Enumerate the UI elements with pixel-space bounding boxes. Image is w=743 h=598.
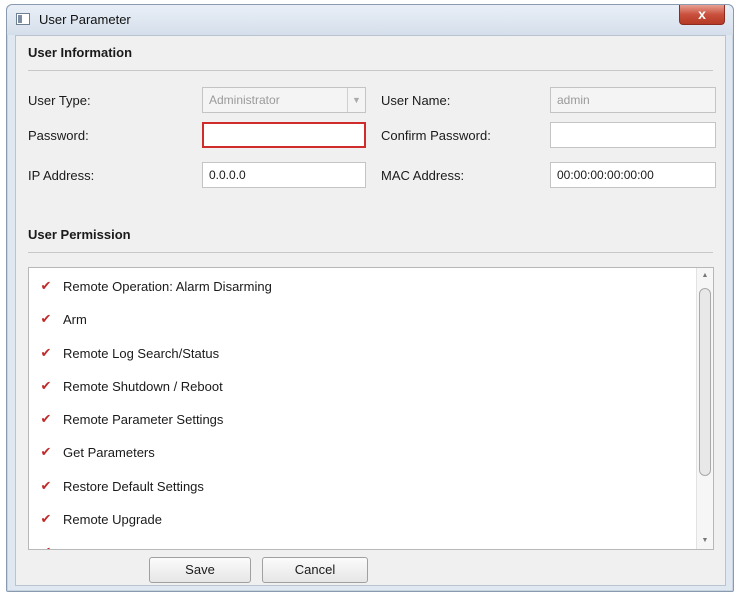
user-name-label: User Name: [381,93,451,108]
permission-label: Remote Upgrade [63,511,162,527]
scroll-down-icon[interactable]: ▼ [697,533,713,549]
password-label: Password: [28,128,89,143]
permission-item[interactable]: ✔ Remote Shutdown / Reboot [39,376,223,396]
checkbox-checked-icon[interactable]: ✔ [39,279,53,293]
confirm-password-field[interactable] [550,122,716,148]
checkbox-checked-icon[interactable]: ✔ [39,379,53,393]
checkbox-checked-icon[interactable]: ✔ [39,445,53,459]
confirm-password-label: Confirm Password: [381,128,491,143]
window-title: User Parameter [39,12,131,27]
chevron-down-icon[interactable]: ▼ [347,88,365,112]
scroll-up-icon[interactable]: ▲ [697,268,713,284]
permission-list[interactable]: ✔ Remote Operation: Alarm Disarming ✔ Ar… [28,267,714,550]
user-parameter-dialog: User Parameter x User Information User T… [6,4,734,592]
permission-item[interactable]: ✔ [39,542,63,550]
dialog-content: User Information User Type: Administrato… [15,35,726,586]
checkbox-checked-icon[interactable]: ✔ [39,346,53,360]
permission-item[interactable]: ✔ Arm [39,309,87,329]
scroll-thumb[interactable] [699,288,711,476]
ip-address-field[interactable]: 0.0.0.0 [202,162,366,188]
permission-item[interactable]: ✔ Get Parameters [39,442,155,462]
user-name-field[interactable]: admin [550,87,716,113]
permission-item[interactable]: ✔ Remote Operation: Alarm Disarming [39,276,272,296]
permission-label: Restore Default Settings [63,478,204,494]
permission-label: Remote Parameter Settings [63,411,224,427]
permission-label: Get Parameters [63,444,155,460]
checkbox-checked-icon[interactable]: ✔ [39,545,53,550]
permission-label: Remote Shutdown / Reboot [63,378,223,394]
checkbox-checked-icon[interactable]: ✔ [39,412,53,426]
checkbox-checked-icon[interactable]: ✔ [39,312,53,326]
checkbox-checked-icon[interactable]: ✔ [39,479,53,493]
divider [28,70,713,71]
ip-address-label: IP Address: [28,168,95,183]
vertical-scrollbar[interactable]: ▲ ▼ [696,268,713,549]
permission-item[interactable]: ✔ Restore Default Settings [39,476,204,496]
password-field[interactable] [202,122,366,148]
user-type-value: Administrator [209,93,280,107]
permission-label: Remote Operation: Alarm Disarming [63,278,272,294]
window-icon [16,13,30,25]
title-bar[interactable]: User Parameter x [7,5,733,35]
user-type-select[interactable]: Administrator ▼ [202,87,366,113]
divider [28,252,713,253]
mac-address-field[interactable]: 00:00:00:00:00:00 [550,162,716,188]
permission-item[interactable]: ✔ Remote Parameter Settings [39,409,224,429]
permission-item[interactable]: ✔ Remote Upgrade [39,509,162,529]
close-button[interactable]: x [679,5,725,25]
user-information-heading: User Information [28,45,133,60]
permission-label: Remote Log Search/Status [63,345,220,361]
cancel-button[interactable]: Cancel [262,557,368,583]
save-button[interactable]: Save [149,557,251,583]
permission-item[interactable]: ✔ Remote Log Search/Status [39,343,220,363]
user-type-label: User Type: [28,93,91,108]
permission-label: Arm [63,311,87,327]
mac-address-label: MAC Address: [381,168,465,183]
checkbox-checked-icon[interactable]: ✔ [39,512,53,526]
user-permission-heading: User Permission [28,227,131,242]
